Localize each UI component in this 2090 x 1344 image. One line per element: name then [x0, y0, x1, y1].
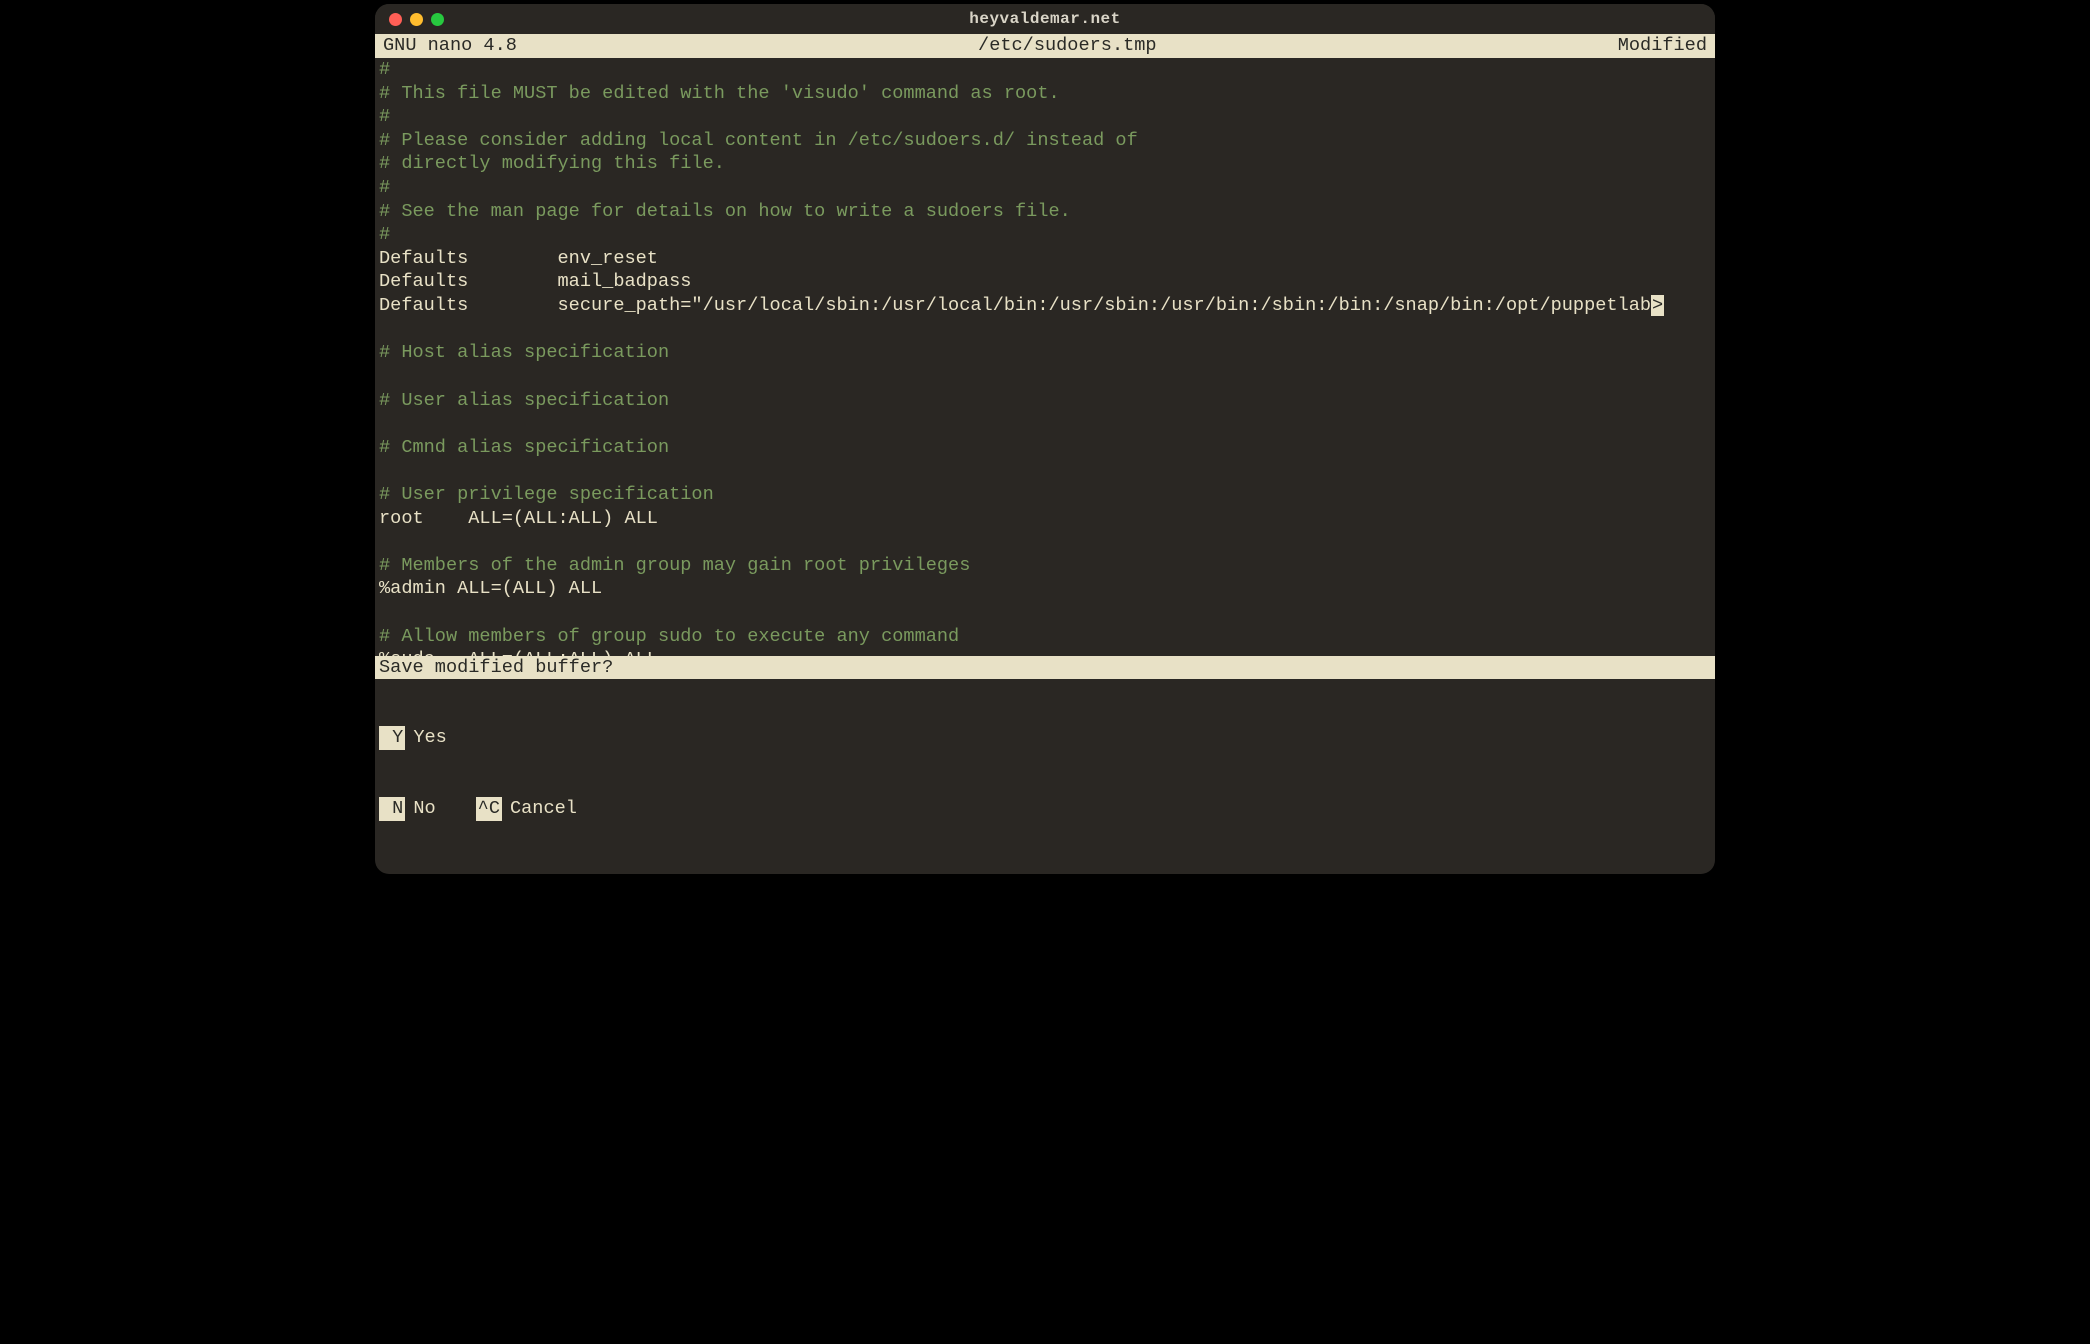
- editor-line: [379, 530, 1711, 554]
- editor-line: # Cmnd alias specification: [379, 436, 1711, 460]
- editor-line: [379, 459, 1711, 483]
- editor-line: %admin ALL=(ALL) ALL: [379, 577, 1711, 601]
- terminal-window: heyvaldemar.net GNU nano 4.8 /etc/sudoer…: [375, 4, 1715, 874]
- editor-line: # This file MUST be edited with the 'vis…: [379, 82, 1711, 106]
- nano-status: Modified: [1618, 34, 1707, 58]
- shortcut-key[interactable]: Y: [379, 726, 405, 750]
- editor-line: #: [379, 223, 1711, 247]
- editor-line: # Members of the admin group may gain ro…: [379, 554, 1711, 578]
- editor-line: [379, 365, 1711, 389]
- overflow-marker-icon: >: [1651, 295, 1664, 316]
- editor-line: [379, 318, 1711, 342]
- editor-line: #: [379, 176, 1711, 200]
- editor-line: # User alias specification: [379, 389, 1711, 413]
- prompt-bar: Save modified buffer?: [375, 656, 1715, 680]
- editor-line: [379, 601, 1711, 625]
- shortcut-label: No: [405, 797, 475, 821]
- shortcut-area: YYes NNo^CCancel: [375, 679, 1715, 874]
- editor-line: # User privilege specification: [379, 483, 1711, 507]
- shortcut-label: Cancel: [502, 797, 617, 821]
- editor-line: #: [379, 105, 1711, 129]
- editor-line: [379, 412, 1711, 436]
- editor-line: %sudo ALL=(ALL:ALL) ALL: [379, 648, 1711, 655]
- editor-line: # directly modifying this file.: [379, 152, 1711, 176]
- editor-line: # Host alias specification: [379, 341, 1711, 365]
- editor-line: Defaults mail_badpass: [379, 270, 1711, 294]
- nano-app-name: GNU nano 4.8: [383, 34, 517, 58]
- editor-area[interactable]: ## This file MUST be edited with the 'vi…: [375, 58, 1715, 656]
- window-title: heyvaldemar.net: [375, 9, 1715, 29]
- editor-line: # Please consider adding local content i…: [379, 129, 1711, 153]
- shortcut-key[interactable]: ^C: [476, 797, 502, 821]
- editor-line: Defaults env_reset: [379, 247, 1711, 271]
- nano-file-name: /etc/sudoers.tmp: [517, 34, 1618, 58]
- nano-header: GNU nano 4.8 /etc/sudoers.tmp Modified: [375, 34, 1715, 58]
- editor-line: Defaults secure_path="/usr/local/sbin:/u…: [379, 294, 1711, 318]
- prompt-question: Save modified buffer?: [379, 656, 613, 680]
- shortcut-key[interactable]: N: [379, 797, 405, 821]
- editor-line: #: [379, 58, 1711, 82]
- editor-line: # Allow members of group sudo to execute…: [379, 625, 1711, 649]
- editor-line: # See the man page for details on how to…: [379, 200, 1711, 224]
- editor-line: root ALL=(ALL:ALL) ALL: [379, 507, 1711, 531]
- shortcut-label: Yes: [405, 726, 486, 750]
- titlebar: heyvaldemar.net: [375, 4, 1715, 34]
